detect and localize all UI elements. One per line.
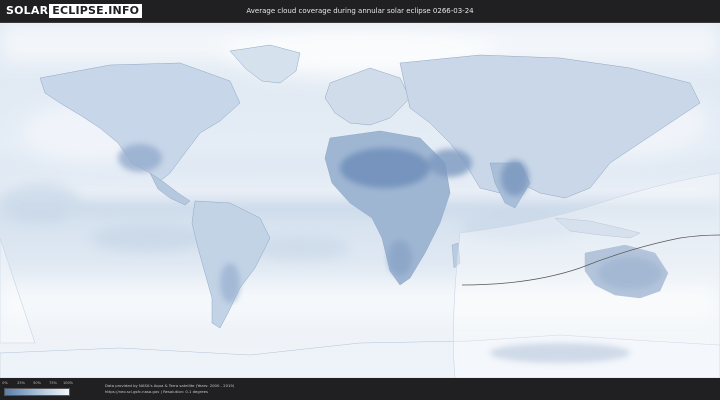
- footer-bar: 0% 25% 50% 75% 100% Data provided by NAS…: [0, 378, 720, 400]
- data-credits: Data provided by NASA's Aqua & Terra sat…: [105, 383, 234, 395]
- cloud-coverage-legend-bar: [4, 388, 70, 396]
- legend-tick-100: 100%: [62, 381, 74, 385]
- legend-tick-25: 25%: [17, 381, 25, 385]
- legend-tick-75: 75%: [49, 381, 57, 385]
- cloud-coverage-map: [0, 23, 720, 378]
- legend-tick-0: 0%: [2, 381, 8, 385]
- page-title: Average cloud coverage during annular so…: [246, 7, 474, 15]
- header-bar: SOLAR ECLIPSE.INFO Average cloud coverag…: [0, 0, 720, 23]
- credit-line-url: https://neo.sci.gsfc.nasa.gov | Resoluti…: [105, 389, 208, 394]
- legend-tick-50: 50%: [33, 381, 41, 385]
- logo-text-solar: SOLAR: [6, 4, 49, 17]
- world-map-svg: [0, 23, 720, 378]
- logo-text-eclipse-info: ECLIPSE.INFO: [49, 3, 143, 18]
- site-logo[interactable]: SOLAR ECLIPSE.INFO: [6, 3, 143, 18]
- legend-ticks: 0% 25% 50% 75% 100%: [2, 381, 74, 387]
- page: SOLAR ECLIPSE.INFO Average cloud coverag…: [0, 0, 720, 400]
